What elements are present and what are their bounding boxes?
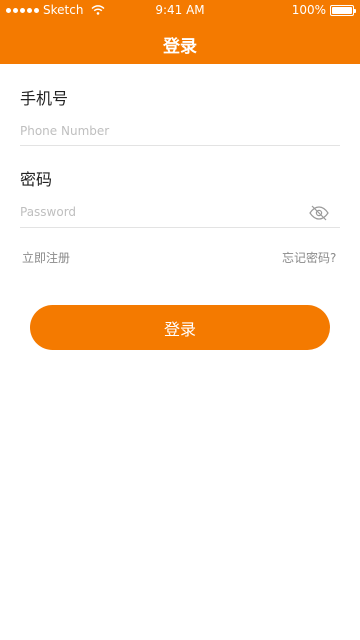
status-right: 100% xyxy=(291,0,356,20)
status-bar: Sketch 9:41 AM 100% xyxy=(0,0,360,20)
phone-label: 手机号 xyxy=(20,89,69,108)
page-title: 登录 xyxy=(163,37,197,57)
password-input[interactable] xyxy=(20,198,300,226)
phone-divider xyxy=(20,145,340,146)
eye-off-icon[interactable] xyxy=(308,202,330,224)
register-link[interactable]: 立即注册 xyxy=(22,249,70,266)
battery-icon xyxy=(330,4,356,16)
navigation-bar: Sketch 9:41 AM 100% 登录 xyxy=(0,0,360,64)
password-label: 密码 xyxy=(20,170,53,189)
forgot-password-link[interactable]: 忘记密码? xyxy=(282,249,336,266)
battery-percent: 100% xyxy=(291,3,326,17)
phone-number-input[interactable] xyxy=(20,117,340,145)
login-button[interactable]: 登录 xyxy=(30,305,330,350)
password-divider xyxy=(20,227,340,228)
